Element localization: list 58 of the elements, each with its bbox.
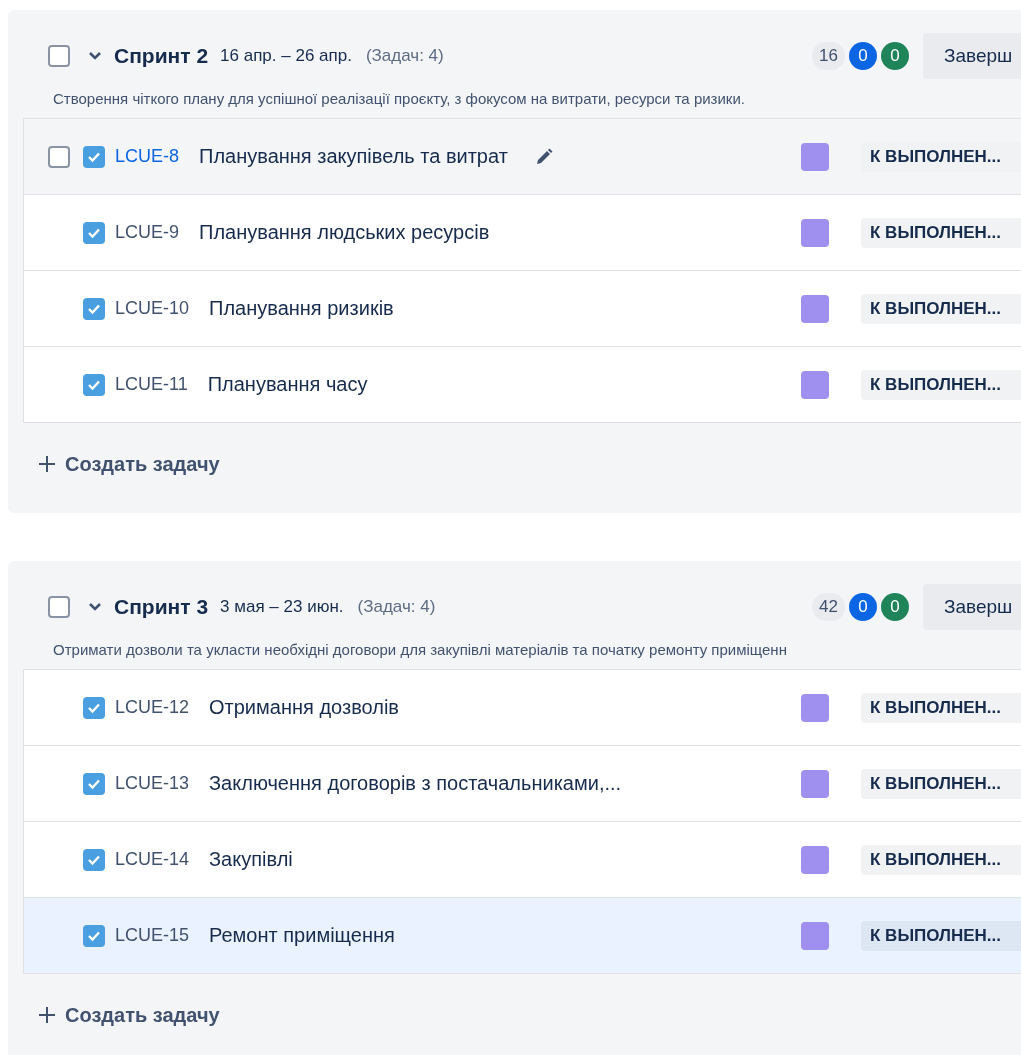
issue-row[interactable]: LCUE-8 Планування закупівель та витрат К ВЫПОЛНЕН...: [24, 119, 1021, 194]
sprint-checkbox[interactable]: [48, 596, 70, 618]
status-lozenge[interactable]: К ВЫПОЛНЕН...: [861, 920, 1021, 951]
chevron-icon[interactable]: [88, 602, 102, 612]
create-issue-button[interactable]: Создать задачу: [37, 1000, 220, 1030]
issue-title[interactable]: Планування ризиків: [209, 297, 394, 320]
story-points-badge: 16: [812, 42, 845, 70]
issue-title[interactable]: Отримання дозволів: [209, 696, 399, 719]
issue-key-link[interactable]: LCUE-15: [115, 925, 190, 946]
sprint-name: Спринт 3: [114, 595, 209, 619]
issue-key-link[interactable]: LCUE-8: [115, 146, 180, 167]
plus-icon: [37, 454, 57, 474]
create-issue-button[interactable]: Создать задачу: [37, 449, 220, 479]
epic-color-icon: [801, 693, 829, 722]
plus-icon: [37, 1005, 57, 1025]
story-points-badge: 42: [812, 593, 845, 621]
row-checkbox[interactable]: [48, 145, 70, 168]
issue-title[interactable]: Планування часу: [207, 373, 368, 396]
chevron-icon[interactable]: [88, 51, 102, 61]
issue-title[interactable]: Закупівлі: [209, 848, 293, 871]
status-lozenge[interactable]: К ВЫПОЛНЕН...: [861, 293, 1021, 324]
done-badge: 0: [881, 42, 909, 70]
complete-sprint-button[interactable]: Заверш: [923, 33, 1021, 79]
status-lozenge[interactable]: К ВЫПОЛНЕН...: [861, 692, 1021, 723]
issue-row[interactable]: LCUE-15 Ремонт приміщення К ВЫПОЛНЕН...: [24, 897, 1021, 973]
issue-title[interactable]: Планування людських ресурсів: [199, 221, 490, 244]
done-badge: 0: [881, 593, 909, 621]
issue-key-link[interactable]: LCUE-13: [115, 773, 190, 794]
status-lozenge[interactable]: К ВЫПОЛНЕН...: [861, 768, 1021, 799]
sprint-dates: 3 мая – 23 июн.: [220, 597, 344, 617]
epic-color-icon: [801, 142, 829, 171]
status-lozenge[interactable]: К ВЫПОЛНЕН...: [861, 369, 1021, 400]
epic-color-icon: [801, 294, 829, 323]
status-lozenge[interactable]: К ВЫПОЛНЕН...: [861, 844, 1021, 875]
issue-key-link[interactable]: LCUE-9: [115, 222, 180, 243]
complete-sprint-button[interactable]: Заверш: [923, 584, 1021, 630]
sprint-goal: Отримати дозволи та укласти необхідні договори для закупівлі матеріалів та початку ремонту приміщенн: [52, 640, 788, 660]
issue-count: (Задач: 4): [365, 46, 444, 66]
sprint-dates: 16 апр. – 26 апр.: [220, 46, 352, 66]
issue-key-link[interactable]: LCUE-11: [115, 374, 188, 395]
sprint-checkbox[interactable]: [48, 45, 70, 67]
epic-color-icon: [801, 218, 829, 247]
epic-color-icon: [801, 921, 829, 950]
epic-color-icon: [801, 769, 829, 798]
status-lozenge[interactable]: К ВЫПОЛНЕН...: [861, 217, 1021, 248]
in-progress-badge: 0: [849, 593, 877, 621]
issue-key-link[interactable]: LCUE-10: [115, 298, 190, 319]
issue-key-link[interactable]: LCUE-12: [115, 697, 190, 718]
in-progress-badge: 0: [849, 42, 877, 70]
issue-title[interactable]: Ремонт приміщення: [209, 924, 395, 947]
issue-count: (Задач: 4): [357, 597, 436, 617]
issue-key-link[interactable]: LCUE-14: [115, 849, 190, 870]
sprint-goal: Створення чіткого плану для успішної реалізації проєкту, з фокусом на витрати, ресурси та ризики.: [52, 89, 746, 109]
issue-title[interactable]: Планування закупівель та витрат: [199, 145, 508, 168]
epic-color-icon: [801, 845, 829, 874]
epic-color-icon: [801, 370, 829, 399]
sprint-name: Спринт 2: [114, 44, 209, 68]
issue-title[interactable]: Заключення договорів з постачальниками,...: [209, 772, 622, 795]
